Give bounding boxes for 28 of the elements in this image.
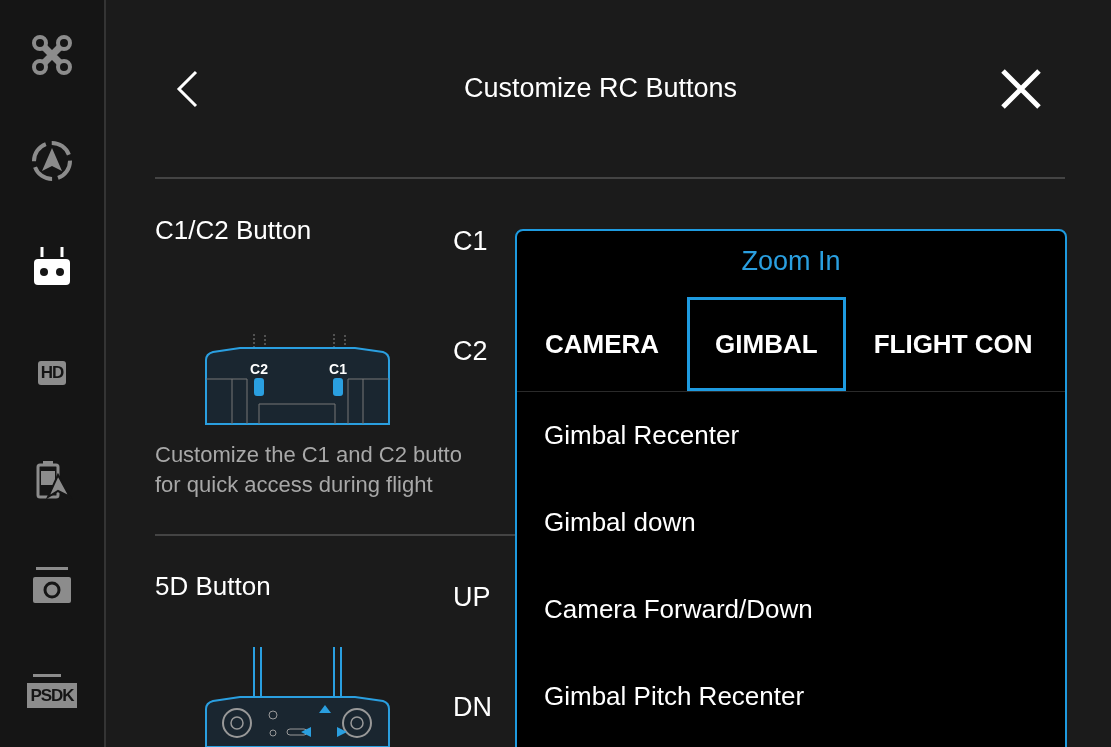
drone-icon: [30, 33, 74, 77]
function-option[interactable]: Gimbal down: [517, 479, 1065, 566]
psdk-icon: PSDK: [27, 674, 77, 708]
back-button[interactable]: [174, 68, 200, 109]
button-label: C2: [250, 361, 268, 377]
sidebar-tab[interactable]: HD: [0, 320, 104, 426]
sidebar-tab[interactable]: PSDK: [0, 638, 104, 744]
section-title: C1/C2 Button: [155, 215, 313, 245]
hd-icon: HD: [37, 361, 67, 385]
navigation-icon: [30, 139, 74, 183]
section-title: 5D Button: [155, 571, 272, 601]
close-button[interactable]: [1001, 68, 1041, 109]
function-option[interactable]: Gimbal Pitch Recenter: [517, 653, 1065, 740]
button-name: UP: [453, 582, 491, 612]
dialog-title: Customize RC Buttons: [462, 73, 739, 104]
button-name: C1: [453, 226, 488, 256]
category-tab[interactable]: FLIGHT CON: [845, 297, 1061, 391]
button-label: C1: [329, 361, 347, 377]
back-icon: [174, 68, 200, 109]
close-icon: [1001, 68, 1041, 109]
button-name: C2: [453, 336, 488, 366]
category-tab[interactable]: GIMBAL: [687, 297, 846, 391]
function-option[interactable]: Gimbal Recenter: [517, 392, 1065, 479]
picker-title: Zoom In: [740, 245, 842, 277]
button-name: DN: [453, 692, 492, 722]
function-option[interactable]: Camera Forward/Down: [517, 566, 1065, 653]
category-tab[interactable]: CAMERA: [517, 297, 688, 391]
section-description: Customize the C1 and C2 butto for quick access during flight: [155, 441, 463, 499]
